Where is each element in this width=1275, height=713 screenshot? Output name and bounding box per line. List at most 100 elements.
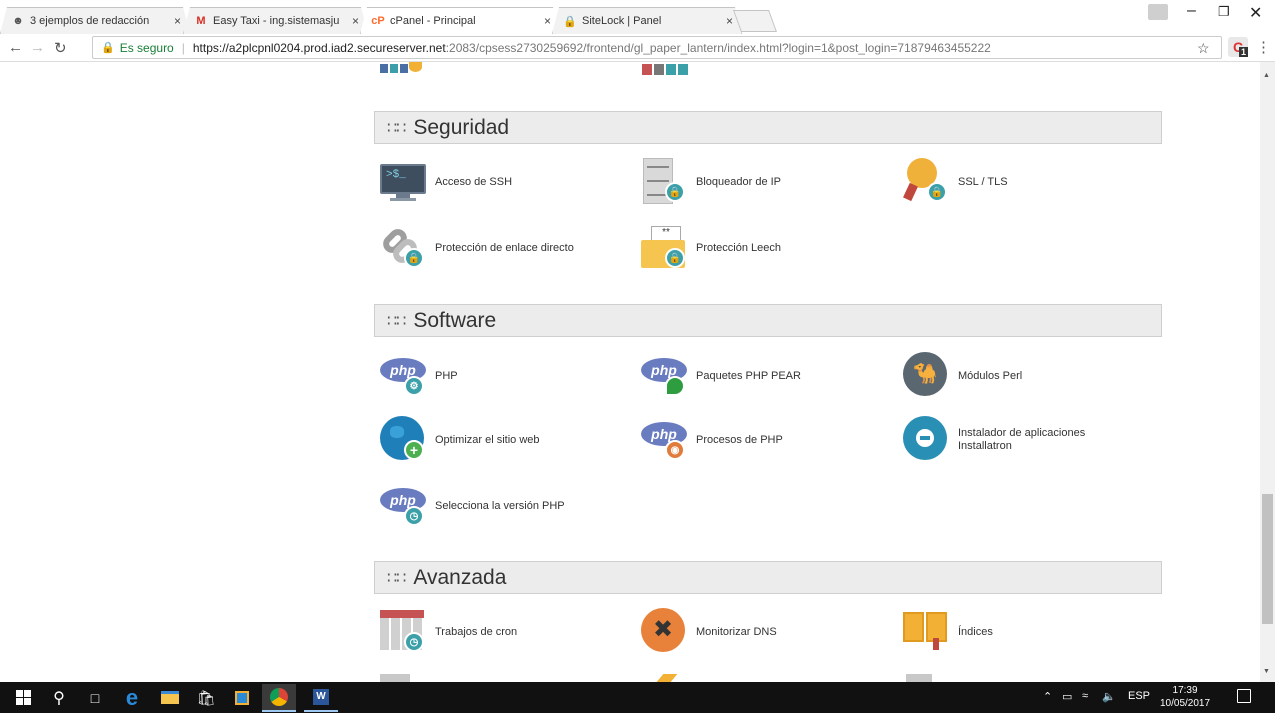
bookmark-star-icon[interactable]: ☆ xyxy=(1197,40,1210,57)
item-label: Acceso de SSH xyxy=(435,175,513,188)
section-header-software[interactable]: ∷∷ Software xyxy=(374,304,1162,337)
close-window-icon[interactable]: ✕ xyxy=(1249,3,1262,23)
close-tab-icon[interactable]: × xyxy=(174,14,181,28)
scroll-up-icon[interactable]: ▲ xyxy=(1263,72,1270,79)
tray-chevron-icon[interactable]: ⌃ xyxy=(1043,690,1052,703)
drag-handle-icon[interactable]: ∷∷ xyxy=(387,568,406,588)
partial-icon-top-middle[interactable] xyxy=(642,64,688,76)
forward-icon[interactable]: → xyxy=(30,39,45,56)
certificate-icon: 🔒 xyxy=(903,158,951,206)
scroll-down-icon[interactable]: ▼ xyxy=(1263,668,1270,675)
clock-badge-icon: ◷ xyxy=(404,632,424,652)
tab-redaccion[interactable]: ☻ 3 ejemplos de redacción × xyxy=(0,7,190,34)
language-indicator[interactable]: ESP xyxy=(1128,690,1150,702)
item-paquetes-php-pear[interactable]: php Paquetes PHP PEAR xyxy=(641,352,801,400)
restore-icon[interactable]: ❐ xyxy=(1218,4,1230,20)
php-version-icon: php ◷ xyxy=(380,482,428,530)
item-optimizar-sitio[interactable]: + Optimizar el sitio web xyxy=(380,416,540,464)
windows-start-icon[interactable] xyxy=(12,687,34,708)
section-title: Software xyxy=(413,308,497,332)
store-icon[interactable]: 🛍 xyxy=(194,687,218,708)
close-tab-icon[interactable]: × xyxy=(544,14,551,28)
chrome-taskbar-icon[interactable] xyxy=(262,684,296,712)
new-tab-button[interactable] xyxy=(732,10,778,32)
snoopy-icon: ☻ xyxy=(12,15,24,27)
globe-plus-icon: + xyxy=(380,416,428,464)
reload-icon[interactable]: ↻ xyxy=(54,39,67,57)
close-tab-icon[interactable]: × xyxy=(352,14,359,28)
item-modulos-perl[interactable]: 🐪 Módulos Perl xyxy=(903,352,1022,400)
item-php[interactable]: php ⚙ PHP xyxy=(380,352,458,400)
wifi-icon[interactable]: ≈ xyxy=(1082,690,1088,702)
item-label: Módulos Perl xyxy=(958,369,1023,382)
item-proteccion-leech[interactable]: ** 🔒 Protección Leech xyxy=(641,224,781,272)
item-monitorizar-dns[interactable]: ✖ Monitorizar DNS xyxy=(641,608,777,656)
partial-icon-top-left[interactable] xyxy=(380,62,424,76)
lock-badge-icon: 🔒 xyxy=(404,248,424,268)
partial-icon-bottom-right[interactable] xyxy=(906,674,932,682)
task-view-icon[interactable]: □ xyxy=(84,687,106,708)
item-label: Protección de enlace directo xyxy=(435,241,574,254)
search-icon[interactable]: ⚲ xyxy=(48,687,70,708)
media-app-icon[interactable] xyxy=(230,687,254,708)
item-ssl-tls[interactable]: 🔒 SSL / TLS xyxy=(903,158,1008,206)
item-label: Bloqueador de IP xyxy=(696,175,782,188)
notifications-icon[interactable] xyxy=(1237,689,1251,703)
vertical-scrollbar[interactable]: ▲ ▼ xyxy=(1260,62,1275,682)
item-selecciona-version-php[interactable]: php ◷ Selecciona la versión PHP xyxy=(380,482,565,530)
pear-badge-icon xyxy=(665,376,685,396)
section-title: Seguridad xyxy=(413,115,510,139)
item-label: Optimizar el sitio web xyxy=(435,433,540,446)
tab-cpanel[interactable]: cP cPanel - Principal × xyxy=(360,7,560,34)
item-proteccion-enlace-directo[interactable]: 🔒 Protección de enlace directo xyxy=(379,224,574,272)
item-trabajos-cron[interactable]: ◷ Trabajos de cron xyxy=(380,608,517,656)
plus-badge-icon: + xyxy=(404,440,424,460)
scroll-thumb[interactable] xyxy=(1262,494,1273,624)
menu-icon[interactable]: ⋮ xyxy=(1256,38,1271,56)
file-explorer-icon[interactable] xyxy=(158,687,182,708)
terminal-icon: >$_ xyxy=(380,158,428,206)
profile-icon[interactable] xyxy=(1148,4,1168,20)
item-acceso-ssh[interactable]: >$_ Acceso de SSH xyxy=(380,158,512,206)
partial-icon-bottom-middle[interactable] xyxy=(656,674,678,682)
section-header-seguridad[interactable]: ∷∷ Seguridad xyxy=(374,111,1162,144)
lock-badge-icon: 🔒 xyxy=(927,182,947,202)
item-indices[interactable]: Índices xyxy=(903,608,993,656)
tab-title: SiteLock | Panel xyxy=(582,15,662,27)
item-label: Protección Leech xyxy=(696,241,781,254)
lock-icon: 🔒 xyxy=(101,42,115,54)
volume-icon[interactable]: 🔈 xyxy=(1102,690,1116,703)
item-label: Selecciona la versión PHP xyxy=(435,499,565,512)
word-icon[interactable]: W xyxy=(304,684,338,712)
tab-easy-taxi[interactable]: M Easy Taxi - ing.sistemasju × xyxy=(183,7,368,34)
section-header-avanzada[interactable]: ∷∷ Avanzada xyxy=(374,561,1162,594)
extension-icon[interactable]: 1C xyxy=(1228,37,1248,57)
gmail-icon: M xyxy=(196,15,206,27)
item-bloqueador-ip[interactable]: 🔒 Bloqueador de IP xyxy=(641,158,781,206)
calendar-clock-icon: ◷ xyxy=(380,608,428,656)
clock-date: 10/05/2017 xyxy=(1160,698,1211,709)
php-process-icon: php ◉ xyxy=(641,416,689,464)
tab-sitelock[interactable]: 🔒 SiteLock | Panel × xyxy=(552,7,742,34)
clock[interactable]: 17:39 10/05/2017 xyxy=(1160,684,1210,710)
close-tab-icon[interactable]: × xyxy=(726,14,733,28)
installatron-icon xyxy=(903,416,951,464)
back-icon[interactable]: ← xyxy=(8,39,23,56)
item-installatron[interactable]: Instalador de aplicaciones Installatron xyxy=(903,416,1138,464)
internet-explorer-icon[interactable]: e xyxy=(120,685,144,710)
partial-icon-bottom-left[interactable] xyxy=(380,674,410,682)
item-procesos-php[interactable]: php ◉ Procesos de PHP xyxy=(641,416,783,464)
tab-title: cPanel - Principal xyxy=(390,15,476,27)
url-field[interactable]: 🔒 Es seguro | https://a2plcpnl0204.prod.… xyxy=(92,36,1222,59)
folder-lock-icon: ** 🔒 xyxy=(641,224,689,272)
drag-handle-icon[interactable]: ∷∷ xyxy=(387,118,406,138)
cpanel-icon: cP xyxy=(371,15,385,27)
cpanel-content: ∷∷ Seguridad >$_ Acceso de SSH 🔒 Bloquea… xyxy=(0,62,1260,682)
gauge-badge-icon: ◷ xyxy=(404,506,424,526)
url-path: :2083/cpsess2730259692/frontend/gl_paper… xyxy=(445,40,991,55)
tab-title: 3 ejemplos de redacción xyxy=(30,15,150,27)
drag-handle-icon[interactable]: ∷∷ xyxy=(387,311,406,331)
minimize-icon[interactable]: – xyxy=(1187,2,1196,20)
battery-icon[interactable]: ▭ xyxy=(1062,690,1072,703)
item-label: Índices xyxy=(958,625,993,638)
